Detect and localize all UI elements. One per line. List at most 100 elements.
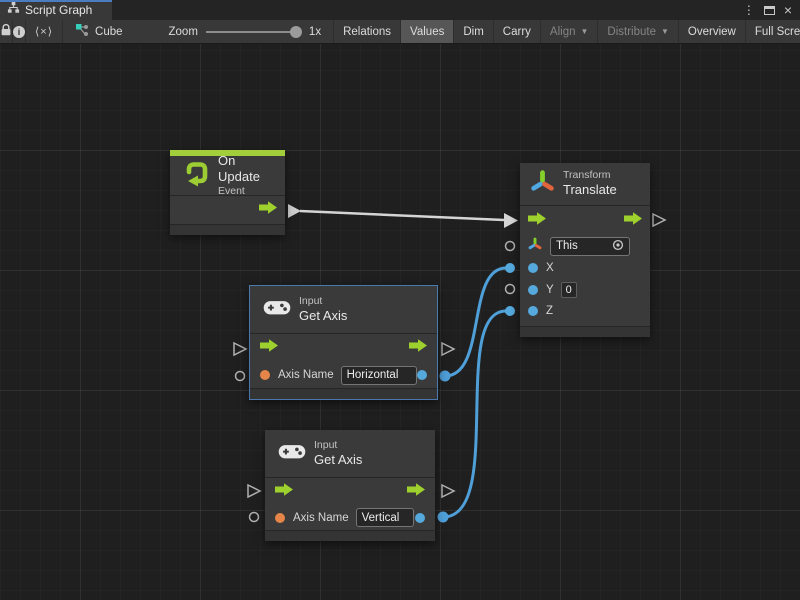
value-port-icon[interactable]	[528, 285, 538, 295]
control-row	[265, 477, 435, 505]
node-title: Get Axis	[299, 308, 347, 324]
loop-icon	[180, 159, 210, 192]
get-axis-h-name-port[interactable]	[236, 372, 245, 381]
graph-reference[interactable]: Cube	[63, 20, 133, 43]
get-axis-h-enter-port[interactable]	[234, 343, 246, 355]
param-label: Axis Name	[278, 369, 334, 381]
object-picker-icon[interactable]	[612, 239, 624, 254]
value-wire-horizontal-to-x[interactable]	[445, 268, 506, 376]
y-value-field[interactable]: 0	[561, 282, 577, 298]
inspect-button[interactable]: i	[13, 20, 26, 43]
transform-mini-icon	[528, 237, 542, 256]
wire-start-dot[interactable]	[440, 371, 451, 382]
axis-name-value: Vertical	[362, 512, 400, 524]
tab-title: Script Graph	[25, 3, 92, 17]
value-wire-vertical-to-z[interactable]	[443, 311, 506, 517]
get-axis-v-name-port[interactable]	[250, 513, 259, 522]
target-value: This	[556, 240, 578, 252]
get-axis-v-enter-port[interactable]	[248, 485, 260, 497]
result-port-icon[interactable]	[417, 370, 427, 380]
port-row-z: Z	[520, 300, 650, 322]
control-row	[520, 205, 650, 235]
zoom-slider[interactable]	[206, 25, 301, 39]
control-wire[interactable]	[300, 211, 504, 220]
maximize-icon[interactable]	[764, 6, 775, 15]
dropdown-distribute[interactable]: Distribute ▼	[598, 20, 679, 43]
node-header: Input Get Axis	[250, 286, 437, 333]
translate-x-port[interactable]	[505, 263, 515, 273]
toggle-relations[interactable]: Relations	[334, 20, 401, 43]
node-on-update[interactable]: On Update Event	[170, 150, 285, 235]
value-port-icon[interactable]	[528, 263, 538, 273]
axis-name-field[interactable]: Vertical	[356, 508, 414, 527]
script-graph-icon	[7, 1, 20, 19]
port-label-z: Z	[546, 305, 553, 317]
node-get-axis-horizontal[interactable]: Input Get Axis Axis Name Horizontal	[249, 285, 438, 400]
axis-name-field[interactable]: Horizontal	[341, 366, 417, 385]
node-footer	[520, 326, 650, 337]
zoom-slider-handle[interactable]	[290, 26, 302, 38]
graph-name-label: Cube	[95, 26, 123, 38]
script-graph-window: Script Graph ⋮ × i ⟨×⟩ Cube Zoom	[0, 0, 800, 600]
control-output-arrow-icon[interactable]	[624, 212, 642, 230]
zoom-slider-track	[206, 31, 301, 33]
on-update-exit-port[interactable]	[288, 204, 301, 218]
window-controls: ⋮ ×	[743, 0, 800, 20]
close-icon[interactable]: ×	[784, 3, 792, 17]
string-port-icon[interactable]	[275, 513, 285, 523]
toggle-full-screen[interactable]: Full Screen	[746, 20, 800, 43]
control-output-arrow-icon[interactable]	[407, 483, 425, 501]
translate-y-port[interactable]	[506, 285, 515, 294]
control-input-arrow-icon[interactable]	[528, 212, 546, 230]
control-output-arrow-icon[interactable]	[409, 339, 427, 357]
node-title: Translate	[563, 182, 617, 198]
translate-target-port[interactable]	[506, 242, 515, 251]
node-subtitle: Event	[218, 185, 275, 198]
lock-button[interactable]	[0, 20, 13, 43]
graph-toolbar: i ⟨×⟩ Cube Zoom 1x Relations Values Dim …	[0, 20, 800, 44]
gamepad-icon	[278, 443, 306, 465]
control-input-arrow-icon[interactable]	[275, 483, 293, 501]
gamepad-icon	[263, 299, 291, 321]
target-field[interactable]: This	[550, 237, 630, 256]
dropdown-align[interactable]: Align ▼	[541, 20, 599, 43]
control-row	[250, 333, 437, 362]
menu-kebab-icon[interactable]: ⋮	[743, 4, 755, 16]
chevron-down-icon: ▼	[661, 27, 669, 36]
param-label: Axis Name	[293, 512, 349, 524]
translate-z-port[interactable]	[505, 306, 515, 316]
control-output-arrow-icon[interactable]	[259, 201, 277, 219]
distribute-label: Distribute	[607, 26, 656, 38]
node-category: Input	[314, 439, 362, 452]
preview-source-button[interactable]: ⟨×⟩	[26, 20, 63, 43]
graph-canvas[interactable]: On Update Event Transform Translat	[0, 44, 800, 600]
info-icon: i	[13, 26, 25, 38]
port-row-x: X	[520, 257, 650, 279]
chevron-down-icon: ▼	[581, 27, 589, 36]
control-input-arrow-icon[interactable]	[260, 339, 278, 357]
node-translate[interactable]: Transform Translate This	[520, 163, 650, 337]
toggle-overview[interactable]: Overview	[679, 20, 746, 43]
zoom-value: 1x	[309, 26, 321, 38]
string-port-icon[interactable]	[260, 370, 270, 380]
control-row	[170, 195, 285, 224]
wire-start-dot[interactable]	[438, 512, 449, 523]
node-header: On Update Event	[170, 156, 285, 195]
node-get-axis-vertical[interactable]: Input Get Axis Axis Name Vertical	[265, 430, 435, 541]
tab-script-graph[interactable]: Script Graph	[0, 0, 112, 20]
zoom-control: Zoom 1x	[133, 20, 335, 43]
toggle-values[interactable]: Values	[401, 20, 454, 43]
get-axis-v-exit-port[interactable]	[442, 485, 454, 497]
code-icon: ⟨×⟩	[35, 25, 53, 38]
translate-exit-port[interactable]	[653, 214, 665, 226]
get-axis-h-exit-port[interactable]	[442, 343, 454, 355]
node-title: On Update	[218, 153, 275, 186]
node-header: Transform Translate	[520, 163, 650, 205]
axis-name-value: Horizontal	[347, 369, 399, 381]
result-port-icon[interactable]	[415, 513, 425, 523]
translate-enter-port[interactable]	[504, 213, 518, 228]
toggle-dim[interactable]: Dim	[454, 20, 493, 43]
align-label: Align	[550, 26, 576, 38]
value-port-icon[interactable]	[528, 306, 538, 316]
toggle-carry[interactable]: Carry	[494, 20, 541, 43]
